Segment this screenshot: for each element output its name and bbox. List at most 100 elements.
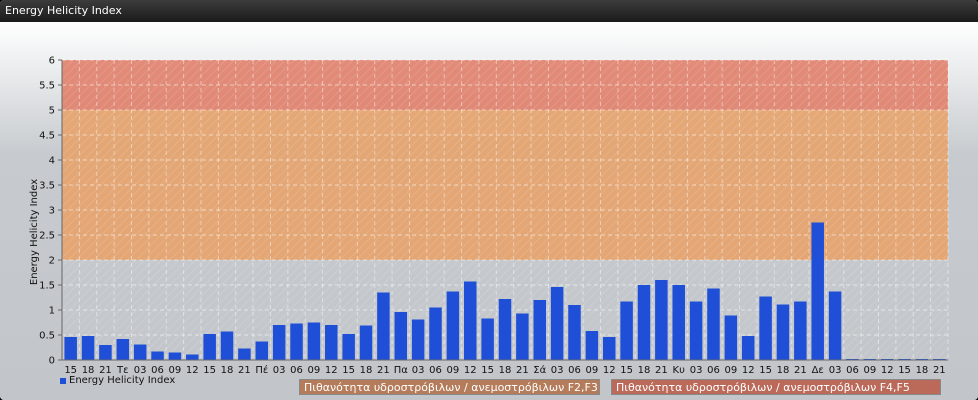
bar[interactable] [168, 352, 182, 361]
bar[interactable] [186, 354, 199, 361]
bar[interactable] [776, 304, 790, 361]
x-tick-label: 12 [464, 365, 477, 376]
bar[interactable] [429, 307, 442, 361]
x-tick-label: 09 [863, 365, 876, 376]
bar[interactable] [655, 280, 668, 360]
bar[interactable] [794, 301, 807, 361]
bar[interactable] [724, 315, 738, 361]
x-tick-label: 21 [238, 365, 251, 376]
bar[interactable] [811, 222, 824, 361]
x-tick-label: 06 [429, 365, 442, 376]
bar[interactable] [446, 291, 460, 361]
x-tick-label: 15 [342, 365, 355, 376]
window-title: Energy Helicity Index [5, 4, 122, 17]
x-tick-label: 06 [568, 365, 581, 376]
bar[interactable] [707, 288, 720, 361]
bar[interactable] [498, 299, 512, 360]
y-tick-label: 6 [49, 56, 55, 67]
legend-series-label: Energy Helicity Index [69, 375, 176, 386]
x-tick-label: 21 [377, 365, 390, 376]
bar[interactable] [255, 341, 269, 361]
bar[interactable] [602, 337, 616, 360]
bar[interactable] [272, 325, 286, 360]
bar[interactable] [133, 344, 147, 361]
y-tick-label: 2.5 [39, 231, 55, 242]
y-tick-label: 0.5 [39, 331, 55, 342]
x-tick-label: 15 [898, 365, 911, 376]
bar[interactable] [394, 312, 408, 360]
bar[interactable] [533, 300, 546, 360]
x-tick-label: Δε [812, 365, 824, 376]
x-tick-label: 06 [846, 365, 859, 376]
x-tick-label: 03 [829, 365, 842, 376]
x-tick-label: 09 [724, 365, 737, 376]
bar-chart: 00.511.522.533.544.555.5615 18 21 Τε 03 06 09 1… [29, 56, 949, 376]
bar[interactable] [620, 301, 633, 361]
bar[interactable] [637, 285, 651, 360]
x-tick-label: 18 [916, 365, 929, 376]
bar[interactable] [550, 287, 564, 360]
x-tick-label: 06 [707, 365, 720, 376]
y-tick-label: 4.5 [39, 131, 55, 142]
chart-window: Energy Helicity Index 0 0.5 1 1.5 2 2.5 3 3.5 4 4… [0, 0, 978, 400]
y-tick-label: 0 [49, 356, 55, 367]
bar[interactable] [238, 348, 251, 361]
x-tick-label: Πα [394, 365, 409, 376]
x-tick-label: 12 [186, 365, 199, 376]
y-tick-label: 1 [49, 306, 55, 317]
x-tick-label: 03 [273, 365, 286, 376]
chart-area: 0 0.5 1 1.5 2 2.5 3 3.5 4 4.5 5 5.5 6 15 18 21 Τε 03 06 09 1… [0, 22, 978, 400]
x-tick-label: 09 [585, 365, 598, 376]
bar[interactable] [307, 322, 321, 361]
bar[interactable] [828, 291, 842, 361]
bar[interactable] [99, 345, 112, 360]
bar[interactable] [342, 334, 355, 360]
bar[interactable] [741, 336, 755, 360]
x-tick-label: Κυ [673, 365, 686, 376]
bar[interactable] [672, 285, 685, 360]
band-label-f4-f5: Πιθανότητα υδροστρόβιλων / ανεμοστρόβιλω… [611, 379, 941, 395]
bar[interactable] [290, 323, 303, 361]
bar[interactable] [64, 337, 77, 360]
bar[interactable] [689, 301, 703, 361]
x-tick-label: 21 [933, 365, 946, 376]
x-tick-label: 18 [777, 365, 790, 376]
bar[interactable] [759, 296, 772, 361]
legend-swatch [60, 377, 66, 384]
bar[interactable] [481, 318, 494, 361]
bar[interactable] [220, 331, 234, 361]
chart-legend[interactable]: Energy Helicity Index [60, 375, 175, 386]
x-tick-label: 15 [203, 365, 216, 376]
bar[interactable] [359, 325, 373, 361]
y-axis-label: Energy Helicity Index [29, 179, 40, 285]
x-tick-label: 12 [603, 365, 616, 376]
bar[interactable] [116, 339, 130, 360]
x-tick-label: 03 [551, 365, 564, 376]
band-label-f2-f3: Πιθανότητα υδροστρόβιλων / ανεμοστρόβιλω… [299, 379, 600, 395]
bar[interactable] [585, 331, 599, 360]
bar[interactable] [568, 305, 581, 360]
y-tick-label: 2 [49, 256, 55, 267]
bar[interactable] [325, 325, 338, 360]
bar[interactable] [377, 292, 390, 361]
x-tick-label: 18 [638, 365, 651, 376]
bar[interactable] [411, 319, 425, 361]
y-tick-label: 5 [49, 106, 55, 117]
y-tick-label: 3 [49, 206, 55, 217]
x-tick-label: 09 [447, 365, 460, 376]
x-tick-label: 12 [742, 365, 755, 376]
y-tick-label: 3.5 [39, 181, 55, 192]
bar[interactable] [203, 334, 216, 360]
bar[interactable] [151, 351, 164, 361]
x-tick-label: 03 [412, 365, 425, 376]
x-tick-label: 18 [360, 365, 373, 376]
bar[interactable] [516, 313, 529, 361]
bar[interactable] [464, 281, 477, 361]
x-tick-label: 12 [881, 365, 894, 376]
x-tick-label: Πέ [255, 364, 268, 376]
y-tick-label: 5.5 [39, 81, 55, 92]
x-tick-label: 21 [794, 365, 807, 376]
bar[interactable] [81, 336, 95, 360]
x-tick-label: Σά [533, 364, 546, 376]
x-tick-label: 15 [620, 365, 633, 376]
